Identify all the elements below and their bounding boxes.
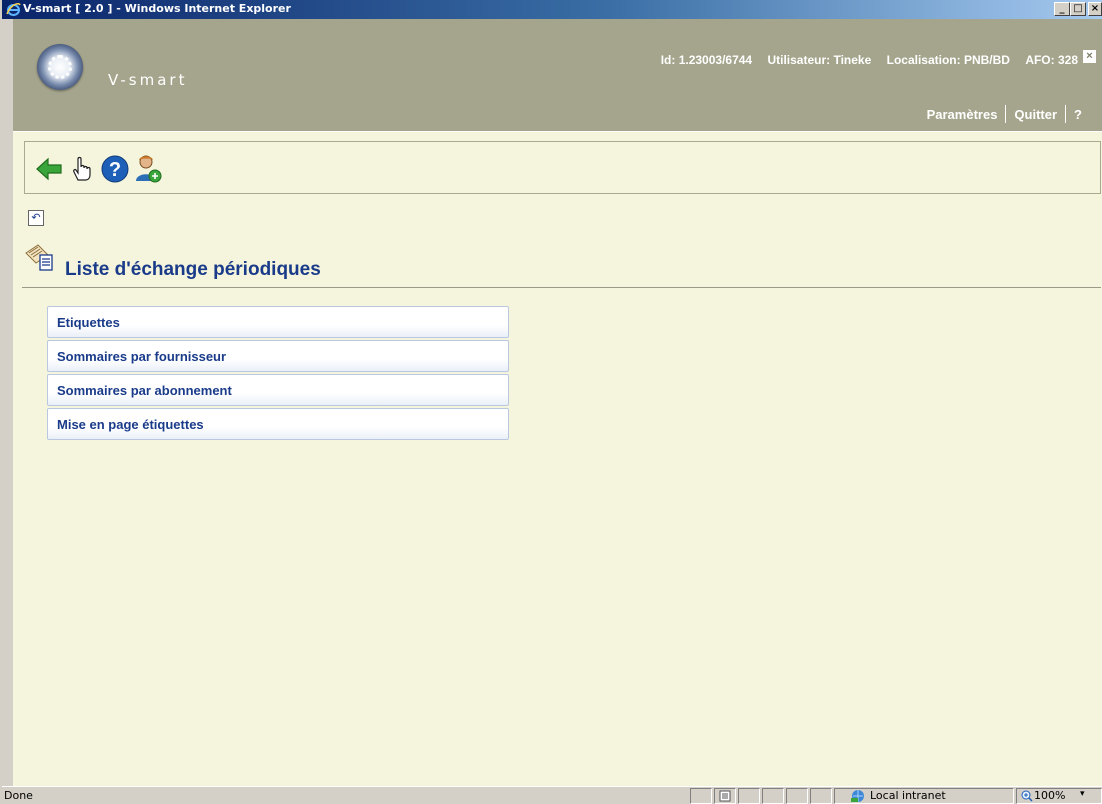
session-afo: AFO: 328 xyxy=(1025,53,1078,67)
session-location: Localisation: PNB/BD xyxy=(886,53,1010,67)
user-switch-icon[interactable] xyxy=(133,154,163,184)
link-divider xyxy=(1005,105,1007,123)
undo-button[interactable]: ↶ xyxy=(28,210,44,226)
status-bar: Done Local intranet 100% ▾ xyxy=(2,786,1102,804)
settings-link[interactable]: Paramètres xyxy=(927,107,998,122)
browser-window: V-smart [ 2.0 ] - Windows Internet Explo… xyxy=(0,0,1102,804)
brand-name: V-smart xyxy=(108,71,188,89)
title-bar: V-smart [ 2.0 ] - Windows Internet Explo… xyxy=(2,0,1102,19)
back-arrow-icon[interactable] xyxy=(34,154,64,184)
content-area: ? ↶ Liste d'échange périodiques Etiquett… xyxy=(13,131,1102,786)
status-pane xyxy=(810,788,832,804)
vsmart-logo-icon xyxy=(37,44,83,90)
quit-link[interactable]: Quitter xyxy=(1014,107,1057,122)
status-pane xyxy=(690,788,712,804)
newspaper-list-icon xyxy=(25,244,53,271)
toolbar: ? xyxy=(24,141,1101,194)
header-links: Paramètres Quitter? xyxy=(927,105,1082,123)
status-pane xyxy=(786,788,808,804)
session-id: Id: 1.23003/6744 xyxy=(660,53,753,67)
zoom-level[interactable]: 100% xyxy=(1034,789,1065,802)
local-intranet-icon xyxy=(851,790,864,802)
menu-item-mise-en-page-etiquettes[interactable]: Mise en page étiquettes xyxy=(47,408,509,440)
help-icon[interactable]: ? xyxy=(100,154,130,184)
menu-item-etiquettes[interactable]: Etiquettes xyxy=(47,306,509,338)
menu-item-sommaires-abonnement[interactable]: Sommaires par abonnement xyxy=(47,374,509,406)
page-title: Liste d'échange périodiques xyxy=(65,259,321,280)
page-icon xyxy=(719,790,731,802)
window-title: V-smart [ 2.0 ] - Windows Internet Explo… xyxy=(23,2,291,15)
status-pane xyxy=(762,788,784,804)
close-window-button[interactable]: × xyxy=(1088,2,1102,16)
minimize-button[interactable]: _ xyxy=(1054,2,1070,16)
help-link[interactable]: ? xyxy=(1074,107,1082,122)
app-header: V-smart Id: 1.23003/6744 Utilisateur: Ti… xyxy=(13,19,1102,131)
header-close-icon[interactable]: × xyxy=(1083,50,1096,63)
zone-label: Local intranet xyxy=(870,789,946,802)
maximize-button[interactable]: □ xyxy=(1070,2,1086,16)
zoom-dropdown-icon[interactable]: ▾ xyxy=(1080,789,1085,799)
page-icon-pane xyxy=(714,788,736,804)
status-pane xyxy=(738,788,760,804)
zoom-icon xyxy=(1021,790,1033,802)
session-info: Id: 1.23003/6744 Utilisateur: Tineke Loc… xyxy=(649,53,1078,67)
menu-list: Etiquettes Sommaires par fournisseur Som… xyxy=(47,306,509,442)
session-user: Utilisateur: Tineke xyxy=(767,53,872,67)
divider xyxy=(22,287,1101,288)
menu-item-sommaires-fournisseur[interactable]: Sommaires par fournisseur xyxy=(47,340,509,372)
pointer-hand-icon[interactable] xyxy=(67,154,97,184)
svg-text:?: ? xyxy=(109,159,121,181)
internet-explorer-icon xyxy=(6,2,21,16)
status-text: Done xyxy=(4,789,33,802)
link-divider xyxy=(1065,105,1067,123)
